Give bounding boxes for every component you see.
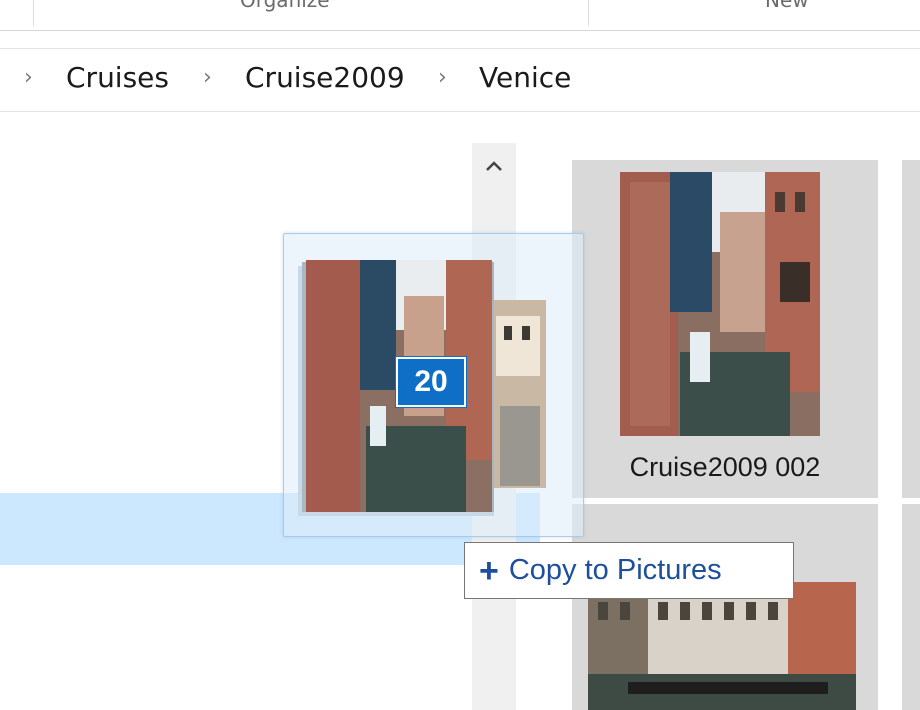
file-tile[interactable] (572, 504, 878, 710)
ribbon-group-organize[interactable]: Organize (240, 0, 330, 12)
file-tile[interactable] (902, 504, 920, 710)
breadcrumb-chevron-icon[interactable]: › (24, 65, 33, 90)
breadcrumb-item-cruises[interactable]: Cruises (66, 61, 169, 94)
plus-icon: + (479, 551, 499, 590)
drag-count-badge: 20 (396, 357, 466, 407)
scroll-up-button[interactable] (472, 143, 516, 189)
drop-action-label: Copy to Pictures (508, 554, 722, 586)
ribbon-separator (33, 0, 34, 26)
file-tile[interactable] (902, 160, 920, 498)
breadcrumb[interactable]: › Cruises › Cruise2009 › Venice (0, 48, 920, 112)
file-name[interactable]: Cruise2009 002 (572, 452, 878, 483)
breadcrumb-item-cruise2009[interactable]: Cruise2009 (245, 61, 405, 94)
ribbon-group-new[interactable]: New (765, 0, 809, 12)
photo-thumbnail (588, 582, 856, 710)
file-tile[interactable]: Cruise2009 002 (572, 160, 878, 498)
breadcrumb-chevron-icon[interactable]: › (203, 65, 212, 90)
breadcrumb-item-venice[interactable]: Venice (479, 61, 571, 94)
breadcrumb-chevron-icon[interactable]: › (438, 65, 447, 90)
drop-action-tooltip: + Copy to Pictures (464, 542, 794, 599)
ribbon-separator (588, 0, 589, 26)
ribbon: Organize New (0, 0, 920, 31)
chevron-up-icon (486, 161, 502, 171)
photo-thumbnail (620, 172, 820, 436)
